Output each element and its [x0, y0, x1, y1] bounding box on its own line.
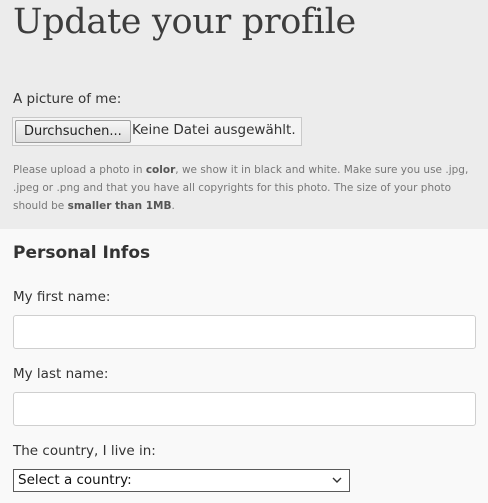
help-text-part: . — [171, 200, 175, 212]
personal-info-section: Personal Infos My first name: My last na… — [0, 229, 488, 503]
help-text-emphasis: color — [145, 164, 176, 176]
country-selected-value: Select a country: — [18, 472, 132, 488]
upload-help-text: Please upload a photo in color, we show … — [13, 161, 478, 215]
file-status-text: Keine Datei ausgewählt. — [132, 122, 296, 138]
help-text-emphasis: smaller than 1MB — [67, 200, 172, 212]
first-name-label: My first name: — [13, 289, 111, 305]
country-select[interactable]: Select a country: — [13, 469, 350, 492]
country-label: The country, I live in: — [13, 443, 156, 459]
file-upload-field[interactable]: Durchsuchen... Keine Datei ausgewählt. — [12, 117, 302, 146]
page-title: Update your profile — [13, 2, 356, 42]
last-name-label: My last name: — [13, 366, 109, 382]
section-title: Personal Infos — [13, 243, 151, 263]
photo-upload-section: Update your profile A picture of me: Dur… — [0, 0, 488, 229]
chevron-down-icon — [332, 477, 342, 483]
browse-button[interactable]: Durchsuchen... — [15, 120, 131, 143]
picture-label: A picture of me: — [13, 91, 122, 107]
help-text-part: Please upload a photo in — [13, 164, 146, 176]
last-name-input[interactable] — [13, 392, 476, 426]
first-name-input[interactable] — [13, 315, 476, 349]
